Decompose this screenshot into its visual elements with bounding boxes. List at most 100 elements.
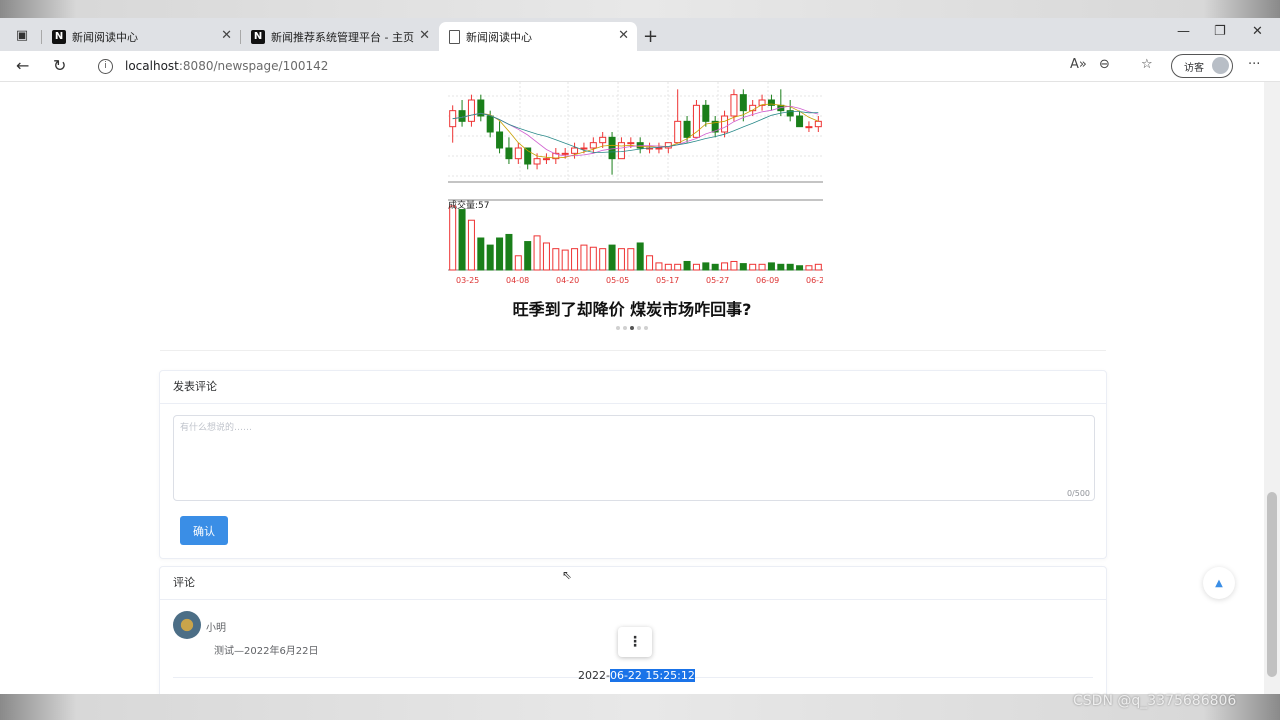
volume-bar [627,248,635,271]
address-bar: ← ↻ i localhost:8080/newspage/100142 A» … [0,51,1280,82]
carousel-dot[interactable] [616,326,620,330]
volume-bar [636,242,644,271]
carousel-dot[interactable] [637,326,641,330]
scrollbar-thumb[interactable] [1267,492,1277,677]
url-field[interactable]: i localhost:8080/newspage/100142 [90,55,1130,77]
volume-bar [571,248,579,271]
candle-body [692,104,700,138]
minimize-icon[interactable]: — [1177,24,1190,39]
x-tick-label: 05-05 [606,276,629,285]
read-aloud-icon[interactable]: A» [1070,57,1087,72]
tab-actions-icon[interactable]: ▣ [8,24,36,46]
volume-bar [589,246,597,271]
comments-header: 评论 [160,567,1106,600]
back-icon[interactable]: ← [16,56,29,75]
volume-bar [505,233,513,271]
candle-body [533,158,541,165]
comment-form-header: 发表评论 [160,371,1106,404]
volume-bar [664,263,672,271]
scrollbar[interactable] [1264,82,1280,694]
close-icon[interactable]: ✕ [618,28,629,43]
x-tick-label: 06-09 [756,276,779,285]
new-tab-icon[interactable]: + [643,26,658,47]
candle-body [814,120,822,128]
candle-body [514,147,522,160]
volume-bar [599,248,607,271]
comment-text: 测试—2022年6月22日 [214,646,319,657]
more-icon[interactable]: ··· [1248,57,1260,72]
candle-body [730,94,738,117]
mouse-cursor-icon: ⇖ [562,568,573,582]
volume-bar [542,242,550,271]
volume-bar [786,263,794,271]
tab-title: 新闻阅读中心 [72,30,138,44]
watermark: CSDN @q_3375686806 [1073,693,1237,709]
candle-body [655,147,663,150]
x-tick-label: 06-2 [806,276,823,285]
avatar [1212,57,1229,74]
more-options-button[interactable]: ⋮ [618,627,652,657]
candle-body [542,158,550,161]
volume-bar [777,263,785,271]
candle-body [571,147,579,154]
volume-bar [749,263,757,271]
volume-bar [655,262,663,271]
submit-button[interactable]: 确认 [180,516,228,545]
comment-time-selected: 06-22 15:25:12 [609,669,695,682]
candle-body [580,147,588,150]
x-tick-label: 05-27 [706,276,729,285]
page-content: 成交量:57 03-25 04-08 04-20 05-05 05-17 05-27 06-… [0,82,1264,694]
tab-news-center[interactable]: N 新闻阅读中心 ✕ [42,22,240,51]
char-counter: 0/500 [1066,489,1090,498]
comment-time-prefix: 2022- [578,669,610,682]
close-window-icon[interactable]: ✕ [1252,24,1263,39]
volume-bar [458,209,466,271]
carousel-dot-active[interactable] [630,326,634,330]
candle-body [467,99,475,122]
volume-bar [692,263,700,271]
carousel-dot[interactable] [623,326,627,330]
tab-admin-home[interactable]: N 新闻推荐系统管理平台 - 主页 ✕ [241,22,438,51]
volume-bar [702,262,710,271]
document-icon [449,29,460,44]
tab-title: 新闻阅读中心 [466,30,532,44]
candle-body [674,120,682,144]
volume-bar [730,260,738,271]
candle-body [608,136,616,160]
profile-button[interactable]: 访客 [1171,54,1233,78]
volume-bar [533,235,541,271]
comment-time: 2022-06-22 15:25:12 [578,669,695,682]
comment-form-card: 发表评论 有什么想说的…… 0/500 确认 [159,370,1107,559]
candle-body [805,126,813,129]
candle-body [486,115,494,133]
notion-icon: N [52,29,66,44]
volume-bar [767,262,775,271]
candle-body [505,147,513,160]
divider [160,350,1106,351]
close-icon[interactable]: ✕ [221,28,232,43]
close-icon[interactable]: ✕ [419,28,430,43]
volume-bar [805,265,813,271]
volume-bar [711,263,719,271]
volume-bar [646,255,654,271]
refresh-icon[interactable]: ↻ [53,56,66,75]
favorites-icon[interactable]: ☆ [1141,57,1153,72]
back-to-top-button[interactable]: ▲ [1203,567,1235,599]
volume-bar [796,265,804,271]
comment-user: 小明 [206,623,226,634]
x-tick-label: 04-20 [556,276,579,285]
restore-icon[interactable]: ❐ [1214,24,1226,39]
tab-bar: ▣ N 新闻阅读中心 ✕ N 新闻推荐系统管理平台 - 主页 ✕ 新闻阅读中心 … [0,18,1280,51]
tab-news-page[interactable]: 新闻阅读中心 ✕ [439,22,637,51]
comment-input[interactable]: 有什么想说的…… 0/500 [173,415,1095,501]
browser-window: ▣ N 新闻阅读中心 ✕ N 新闻推荐系统管理平台 - 主页 ✕ 新闻阅读中心 … [0,18,1280,694]
volume-bar [674,263,682,271]
volume-bar [721,262,729,271]
carousel-dot[interactable] [644,326,648,330]
x-tick-label: 03-25 [456,276,479,285]
x-tick-label: 05-17 [656,276,679,285]
candle-body [796,115,804,128]
url-path: :8080/newspage/100142 [178,59,329,73]
zoom-out-icon[interactable]: ⊖ [1099,57,1110,72]
info-icon[interactable]: i [98,58,113,74]
